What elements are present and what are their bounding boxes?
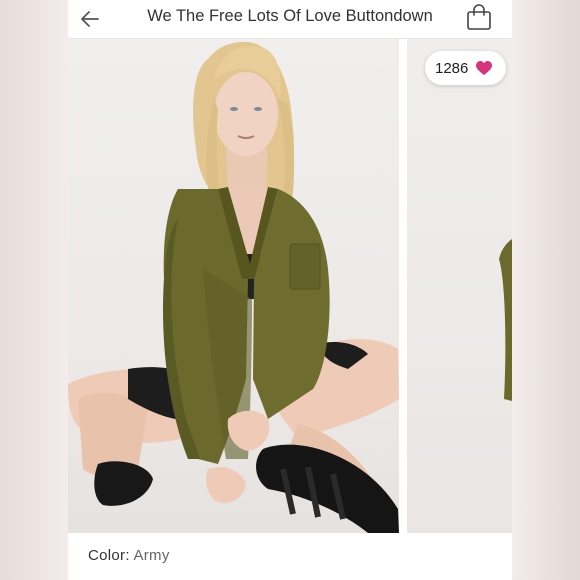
shopping-bag-button[interactable] [464, 2, 494, 32]
like-counter-button[interactable]: 1286 [425, 51, 507, 85]
back-arrow-icon [81, 11, 99, 27]
product-photo-next[interactable] [407, 39, 512, 533]
model-photo-illustration [68, 41, 399, 533]
back-button[interactable] [78, 6, 104, 32]
backdrop-right [512, 0, 580, 580]
top-nav-bar: We The Free Lots Of Love Buttondown [68, 0, 512, 39]
next-photo-preview [499, 239, 512, 401]
product-image-carousel[interactable] [68, 39, 512, 533]
product-photo-main[interactable] [68, 39, 399, 533]
product-color-row: Color: Army [88, 547, 170, 564]
shopping-bag-icon [467, 4, 491, 30]
color-value: Army [133, 547, 170, 564]
page-title: We The Free Lots Of Love Buttondown [147, 7, 433, 25]
backdrop-left [0, 0, 68, 580]
color-label: Color: [88, 547, 130, 564]
app-screen: We The Free Lots Of Love Buttondown 1286… [68, 0, 512, 580]
heart-icon [476, 60, 493, 75]
likes-count: 1286 [435, 59, 469, 77]
